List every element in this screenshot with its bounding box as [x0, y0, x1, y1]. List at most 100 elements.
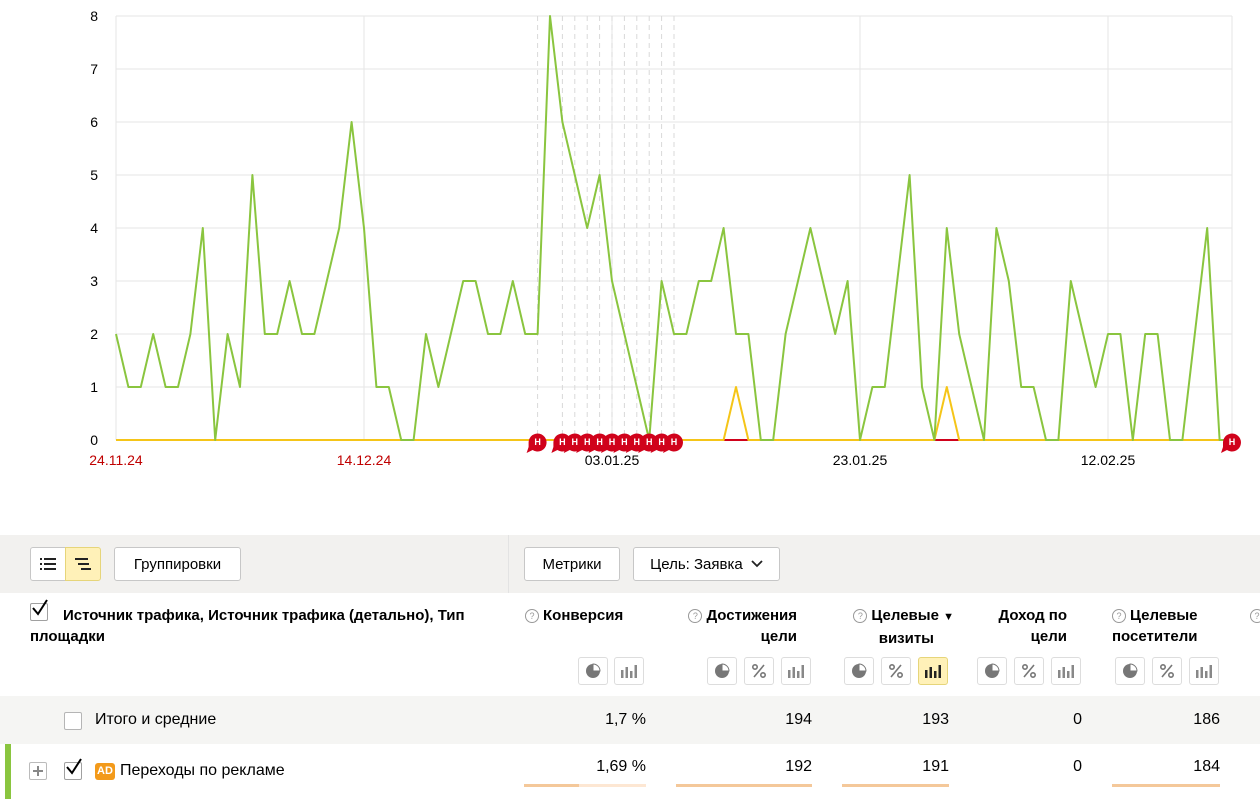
holiday-marker-label: Н [559, 437, 566, 447]
list-view-button[interactable] [30, 547, 66, 581]
y-tick-label: 2 [90, 326, 98, 342]
report-toolbar: Группировки Метрики Цель: Заявка [0, 535, 1260, 593]
cell-goal-visitors: 186 [1193, 711, 1220, 728]
metrics-button[interactable]: Метрики [524, 547, 620, 581]
pie-chart-icon [1123, 663, 1138, 678]
bar-chart-icon [788, 665, 804, 678]
value-bar-track [996, 784, 1082, 787]
column-header-goal-visitors[interactable]: ? Целевые посетители [1112, 605, 1232, 647]
holiday-marker-icon: Н [526, 433, 547, 453]
cell-goal-reaches: 194 [785, 711, 812, 728]
holiday-marker-label: Н [658, 437, 665, 447]
holiday-marker-label: Н [572, 437, 579, 447]
goal-select[interactable]: Цель: Заявка [633, 547, 780, 581]
pie-chart-toggle[interactable] [844, 657, 874, 685]
ad-badge-icon: AD [95, 763, 115, 780]
pie-chart-toggle[interactable] [1115, 657, 1145, 685]
dimension-header[interactable]: Источник трафика, Источник трафика (дета… [30, 605, 500, 647]
help-icon[interactable]: ? [853, 609, 868, 623]
pie-chart-toggle[interactable] [707, 657, 737, 685]
value-bar [842, 784, 949, 787]
cell-conversion: 1,69 % [596, 758, 646, 775]
bar-chart-toggle[interactable] [1051, 657, 1081, 685]
table-row-total: Итого и средние 1,7 % 194 193 0 186 [0, 696, 1260, 744]
row-label: Итого и средние [95, 711, 217, 728]
bar-chart-icon [1196, 665, 1212, 678]
holiday-marker-label: Н [584, 437, 591, 447]
tree-view-button[interactable] [65, 547, 101, 581]
y-tick-label: 7 [90, 61, 98, 77]
table-row: AD Переходы по рекламе 1,69 % 192 191 0 … [0, 744, 1260, 799]
help-icon[interactable]: ? [688, 609, 703, 623]
cell-conversion: 1,7 % [605, 711, 646, 728]
cell-goal-revenue: 0 [1073, 711, 1082, 728]
line-chart: 0 1 2 3 4 5 6 7 8 24.11.24 14.12.24 03.01.25 23.01.… [89, 8, 1241, 468]
x-axis: 24.11.24 14.12.24 03.01.25 23.01.25 12.02.25 [89, 452, 1135, 468]
pie-chart-icon [852, 663, 867, 678]
column-header-goal-visits[interactable]: ? Целевые ▼ визиты [820, 605, 954, 649]
bar-chart-icon [925, 665, 941, 678]
pie-chart-toggle[interactable] [977, 657, 1007, 685]
y-tick-label: 0 [90, 432, 98, 448]
value-bar [676, 784, 812, 787]
checkmark-icon [66, 758, 82, 775]
column-header-conversion[interactable]: ? Конверсия [525, 605, 665, 626]
pie-chart-icon [985, 663, 1000, 678]
bar-chart-icon [1058, 665, 1074, 678]
pie-chart-icon [586, 663, 601, 678]
expand-button[interactable] [29, 762, 47, 780]
column-header-next[interactable]: ? [1250, 605, 1260, 626]
y-tick-label: 1 [90, 379, 98, 395]
percent-toggle[interactable] [1152, 657, 1182, 685]
row-checkbox[interactable] [64, 758, 82, 780]
chevron-down-icon [751, 560, 763, 568]
x-tick-label: 24.11.24 [89, 452, 143, 468]
column-header-goal-reaches[interactable]: ? Достижения цели [650, 605, 797, 647]
table-header: Источник трафика, Источник трафика (дета… [0, 593, 1260, 696]
percent-toggle[interactable] [881, 657, 911, 685]
x-tick-label: 14.12.24 [337, 452, 392, 468]
holiday-marker-label: Н [534, 437, 541, 447]
holiday-marker-label: Н [634, 437, 641, 447]
groupings-button[interactable]: Группировки [114, 547, 241, 581]
holiday-marker-label: Н [671, 437, 678, 447]
row-checkbox[interactable] [64, 712, 82, 730]
holiday-marker-label: Н [596, 437, 603, 447]
help-icon[interactable]: ? [1250, 609, 1260, 623]
percent-icon [888, 663, 904, 679]
percent-toggle[interactable] [744, 657, 774, 685]
y-axis: 0 1 2 3 4 5 6 7 8 [90, 8, 98, 448]
cell-goal-reaches: 192 [785, 758, 812, 775]
cell-goal-revenue: 0 [1073, 758, 1082, 775]
percent-toggle[interactable] [1014, 657, 1044, 685]
column-header-goal-revenue[interactable]: Доход по цели [950, 605, 1067, 647]
help-icon[interactable]: ? [525, 609, 539, 623]
row-label[interactable]: Переходы по рекламе [120, 762, 285, 780]
bar-chart-toggle[interactable] [614, 657, 644, 685]
value-bar [1112, 784, 1220, 787]
tree-icon [75, 558, 91, 570]
percent-icon [1021, 663, 1037, 679]
y-tick-label: 8 [90, 8, 98, 24]
pie-chart-toggle[interactable] [578, 657, 608, 685]
y-tick-label: 6 [90, 114, 98, 130]
bar-chart-toggle[interactable] [1189, 657, 1219, 685]
help-icon[interactable]: ? [1112, 609, 1126, 623]
x-tick-label: 12.02.25 [1081, 452, 1136, 468]
y-tick-label: 5 [90, 167, 98, 183]
cell-goal-visits: 191 [922, 758, 949, 775]
bar-chart-toggle[interactable] [918, 657, 948, 685]
x-tick-label: 03.01.25 [585, 452, 640, 468]
holiday-marker-label: Н [646, 437, 653, 447]
list-icon [40, 558, 56, 570]
plus-icon [33, 766, 43, 776]
pie-chart-icon [715, 663, 730, 678]
holiday-marker-label: Н [609, 437, 616, 447]
bar-chart-toggle[interactable] [781, 657, 811, 685]
y-tick-label: 3 [90, 273, 98, 289]
goal-select-label: Цель: Заявка [650, 556, 743, 573]
y-tick-label: 4 [90, 220, 98, 236]
cell-goal-visitors: 184 [1193, 758, 1220, 775]
holiday-marker-label: Н [621, 437, 628, 447]
value-bar [524, 784, 579, 787]
